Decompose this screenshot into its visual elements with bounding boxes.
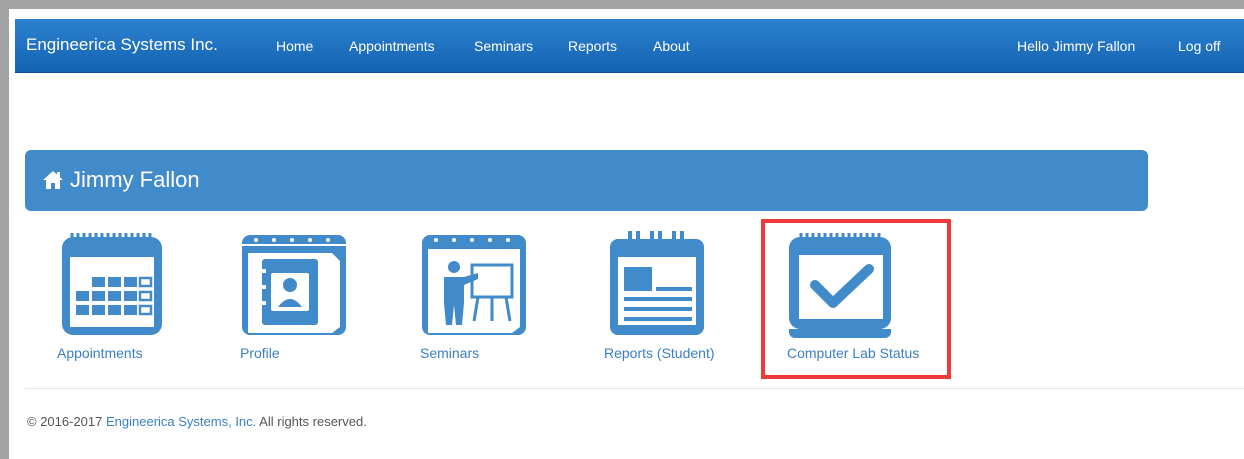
tile-label-appointments[interactable]: Appointments	[57, 345, 143, 361]
footer-copyright-prefix: © 2016-2017	[27, 414, 106, 429]
brand-link[interactable]: Engineerica Systems Inc.	[26, 35, 218, 55]
window-frame-left	[0, 0, 9, 459]
home-icon	[43, 171, 63, 189]
tile-label-reports-student[interactable]: Reports (Student)	[604, 345, 715, 361]
report-calendar-icon	[610, 231, 704, 335]
nav-reports[interactable]: Reports	[568, 38, 617, 54]
footer-company-link[interactable]: Engineerica Systems, Inc.	[106, 414, 256, 429]
presentation-icon	[422, 235, 526, 335]
tile-appointments[interactable]: Appointments	[57, 225, 177, 365]
logoff-link[interactable]: Log off	[1178, 38, 1221, 54]
footer: © 2016-2017 Engineerica Systems, Inc. Al…	[27, 414, 367, 429]
panel-title: Jimmy Fallon	[70, 167, 200, 192]
footer-rights: All rights reserved.	[256, 414, 367, 429]
window-frame-top	[0, 0, 1244, 9]
footer-divider	[25, 388, 1244, 389]
nav-about[interactable]: About	[653, 38, 690, 54]
tile-label-seminars[interactable]: Seminars	[420, 345, 479, 361]
address-book-icon	[242, 235, 346, 335]
nav-appointments[interactable]: Appointments	[349, 38, 435, 54]
tile-profile[interactable]: Profile	[240, 225, 350, 365]
top-navbar: Engineerica Systems Inc. Home Appointmen…	[15, 19, 1244, 73]
tile-label-profile[interactable]: Profile	[240, 345, 280, 361]
nav-seminars[interactable]: Seminars	[474, 38, 533, 54]
tile-reports-student[interactable]: Reports (Student)	[604, 225, 734, 365]
nav-home[interactable]: Home	[276, 38, 313, 54]
calendar-grid-icon	[62, 233, 162, 335]
user-panel-header: Jimmy Fallon	[25, 150, 1148, 211]
user-greeting-link[interactable]: Hello Jimmy Fallon	[1017, 38, 1135, 54]
highlight-box	[761, 219, 951, 379]
tile-seminars[interactable]: Seminars	[420, 225, 530, 365]
